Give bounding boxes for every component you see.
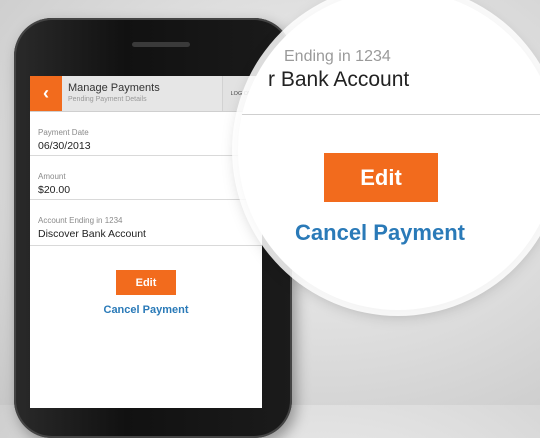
app-header: ‹ Manage Payments Pending Payment Detail… xyxy=(30,76,262,112)
payment-date-field: Payment Date 06/30/2013 xyxy=(30,112,262,156)
cancel-payment-link[interactable]: Cancel Payment xyxy=(30,304,262,316)
edit-label: Edit xyxy=(135,276,157,289)
phone-speaker xyxy=(132,42,190,47)
account-field: Account Ending in 1234 Discover Bank Acc… xyxy=(30,200,262,246)
field-label: Account Ending in 1234 xyxy=(38,216,123,225)
chevron-left-icon: ‹ xyxy=(43,83,49,103)
field-value: Discover Bank Account xyxy=(38,228,146,240)
zoom-account-value: r Bank Account xyxy=(268,68,410,91)
zoom-divider xyxy=(238,114,540,115)
field-value: $20.00 xyxy=(38,184,71,196)
zoom-account-label: Ending in 1234 xyxy=(284,48,391,65)
page-title: Manage Payments xyxy=(68,82,160,94)
zoom-cancel-payment-link[interactable]: Cancel Payment xyxy=(280,220,480,246)
back-button[interactable]: ‹ xyxy=(30,76,62,111)
page-subtitle: Pending Payment Details xyxy=(68,96,147,103)
amount-field: Amount $20.00 xyxy=(30,156,262,200)
zoom-edit-button[interactable]: Edit xyxy=(324,153,438,202)
edit-button[interactable]: Edit xyxy=(116,270,176,295)
zoom-edit-label: Edit xyxy=(360,164,402,190)
phone-screen: ‹ Manage Payments Pending Payment Detail… xyxy=(30,76,262,408)
field-value: 06/30/2013 xyxy=(38,140,91,152)
field-label: Payment Date xyxy=(38,128,89,137)
field-label: Amount xyxy=(38,172,66,181)
